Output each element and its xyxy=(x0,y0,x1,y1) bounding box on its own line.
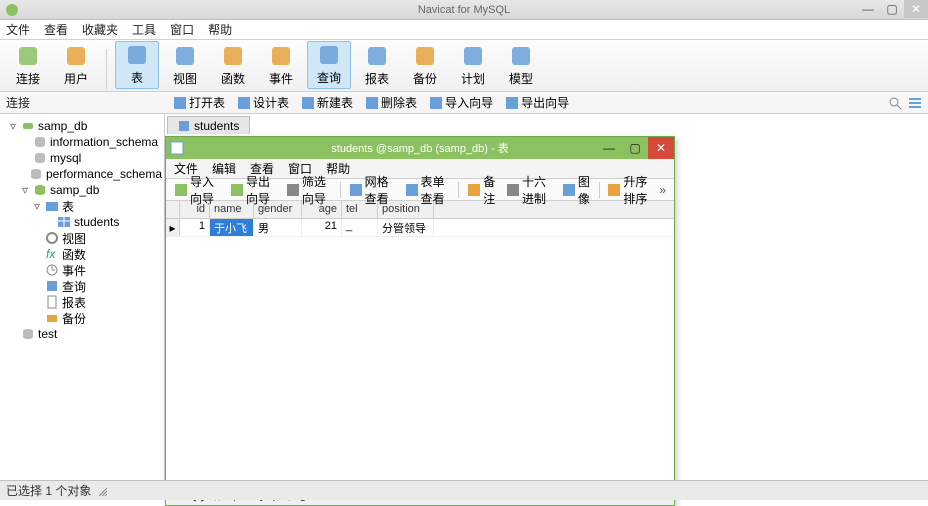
outer-titlebar: Navicat for MySQL — ▢ ✕ xyxy=(0,0,928,20)
status-bar: 已选择 1 个对象 xyxy=(0,480,928,500)
table-icon xyxy=(170,141,184,155)
window-title: Navicat for MySQL xyxy=(418,4,510,16)
main-menubar: 文件 查看 收藏夹 工具 窗口 帮助 xyxy=(0,20,928,40)
inner-titlebar[interactable]: students @samp_db (samp_db) - 表 — ▢ ✕ xyxy=(166,137,674,159)
grid-header: id name gender age tel position xyxy=(166,201,674,219)
tree-node-students[interactable]: students xyxy=(2,214,162,230)
subtool-设计表[interactable]: 设计表 xyxy=(233,94,293,111)
subtool-导出向导[interactable]: 导出向导 xyxy=(501,94,573,111)
cell-id[interactable]: 1 xyxy=(180,219,210,236)
inner-close-button[interactable]: ✕ xyxy=(648,137,674,159)
cell-age[interactable]: 21 xyxy=(302,219,342,236)
inner-maximize-button[interactable]: ▢ xyxy=(622,137,648,159)
tree-node-表[interactable]: ▿表 xyxy=(2,198,162,214)
ribbon-表[interactable]: 表 xyxy=(115,41,159,89)
tree-node-视图[interactable]: 视图 xyxy=(2,230,162,246)
search-icon[interactable] xyxy=(888,96,902,110)
tree-node-information_schema[interactable]: information_schema xyxy=(2,134,162,150)
subtool-打开表[interactable]: 打开表 xyxy=(169,94,229,111)
inner-title-text: students @samp_db (samp_db) - 表 xyxy=(331,140,508,156)
inner-tool-备注[interactable]: 备注 xyxy=(463,173,500,207)
menu-file[interactable]: 文件 xyxy=(6,21,30,38)
inner-tool-图像[interactable]: 图像 xyxy=(558,173,595,207)
ribbon-事件[interactable]: 事件 xyxy=(259,41,303,89)
menu-help[interactable]: 帮助 xyxy=(208,21,232,38)
tree-node-performance_schema[interactable]: performance_schema xyxy=(2,166,162,182)
connection-tree[interactable]: ▿samp_dbinformation_schemamysqlperforman… xyxy=(0,114,165,480)
object-tabstrip: students xyxy=(165,114,928,134)
status-text: 已选择 1 个对象 xyxy=(6,482,91,499)
tree-node-事件[interactable]: 事件 xyxy=(2,262,162,278)
ribbon: 连接用户表视图函数事件查询报表备份计划模型 xyxy=(0,40,928,92)
col-age[interactable]: age xyxy=(302,201,342,218)
col-position[interactable]: position xyxy=(378,201,434,218)
cell-position[interactable]: 分管领导 xyxy=(378,219,434,236)
menu-view[interactable]: 查看 xyxy=(44,21,68,38)
cell-gender[interactable]: 男 xyxy=(254,219,302,236)
inner-tool-升序排序[interactable]: 升序排序 xyxy=(603,173,657,207)
ribbon-视图[interactable]: 视图 xyxy=(163,41,207,89)
tree-node-mysql[interactable]: mysql xyxy=(2,150,162,166)
col-id[interactable]: id xyxy=(180,201,210,218)
close-button[interactable]: ✕ xyxy=(904,0,928,18)
resize-grip-icon[interactable] xyxy=(97,486,107,496)
toolbar-overflow-icon[interactable]: » xyxy=(659,183,670,197)
maximize-button[interactable]: ▢ xyxy=(880,0,904,18)
col-name[interactable]: name xyxy=(210,201,254,218)
subtool-新建表[interactable]: 新建表 xyxy=(297,94,357,111)
ribbon-查询[interactable]: 查询 xyxy=(307,41,351,89)
col-gender[interactable]: gender xyxy=(254,201,302,218)
tree-node-备份[interactable]: 备份 xyxy=(2,310,162,326)
list-view-icon[interactable] xyxy=(908,96,922,110)
tab-students[interactable]: students xyxy=(167,116,250,134)
table-editor-window: students @samp_db (samp_db) - 表 — ▢ ✕ 文件… xyxy=(165,136,675,506)
ribbon-连接[interactable]: 连接 xyxy=(6,41,50,89)
tree-node-报表[interactable]: 报表 xyxy=(2,294,162,310)
inner-toolbar: 导入向导导出向导筛选向导网格查看表单查看备注十六进制图像升序排序» xyxy=(166,179,674,201)
ribbon-备份[interactable]: 备份 xyxy=(403,41,447,89)
row-marker-icon: ▸ xyxy=(166,219,180,236)
subtool-导入向导[interactable]: 导入向导 xyxy=(425,94,497,111)
ribbon-报表[interactable]: 报表 xyxy=(355,41,399,89)
menu-window[interactable]: 窗口 xyxy=(170,21,194,38)
table-row[interactable]: ▸ 1 于小飞 男 21 _ 分管领导 xyxy=(166,219,674,237)
svg-text:fx: fx xyxy=(46,247,56,261)
cell-tel[interactable]: _ xyxy=(342,219,378,236)
ribbon-用户[interactable]: 用户 xyxy=(54,41,98,89)
ribbon-模型[interactable]: 模型 xyxy=(499,41,543,89)
ribbon-计划[interactable]: 计划 xyxy=(451,41,495,89)
tree-node-test[interactable]: test xyxy=(2,326,162,342)
connections-label: 连接 xyxy=(0,94,165,111)
minimize-button[interactable]: — xyxy=(856,0,880,18)
tree-node-查询[interactable]: 查询 xyxy=(2,278,162,294)
tree-node-samp_db[interactable]: ▿samp_db xyxy=(2,118,162,134)
col-tel[interactable]: tel xyxy=(342,201,378,218)
menu-tools[interactable]: 工具 xyxy=(132,21,156,38)
app-icon xyxy=(4,2,20,18)
cell-name[interactable]: 于小飞 xyxy=(210,219,254,236)
menu-favorites[interactable]: 收藏夹 xyxy=(82,21,118,38)
ribbon-函数[interactable]: 函数 xyxy=(211,41,255,89)
sub-toolbar: 连接 打开表设计表新建表删除表导入向导导出向导 xyxy=(0,92,928,114)
inner-tool-十六进制[interactable]: 十六进制 xyxy=(502,173,556,207)
tree-node-函数[interactable]: fx函数 xyxy=(2,246,162,262)
inner-minimize-button[interactable]: — xyxy=(596,137,622,159)
tree-node-samp_db[interactable]: ▿samp_db xyxy=(2,182,162,198)
canvas-area: students students @samp_db (samp_db) - 表… xyxy=(165,114,928,480)
tab-label: students xyxy=(194,119,239,133)
subtool-删除表[interactable]: 删除表 xyxy=(361,94,421,111)
